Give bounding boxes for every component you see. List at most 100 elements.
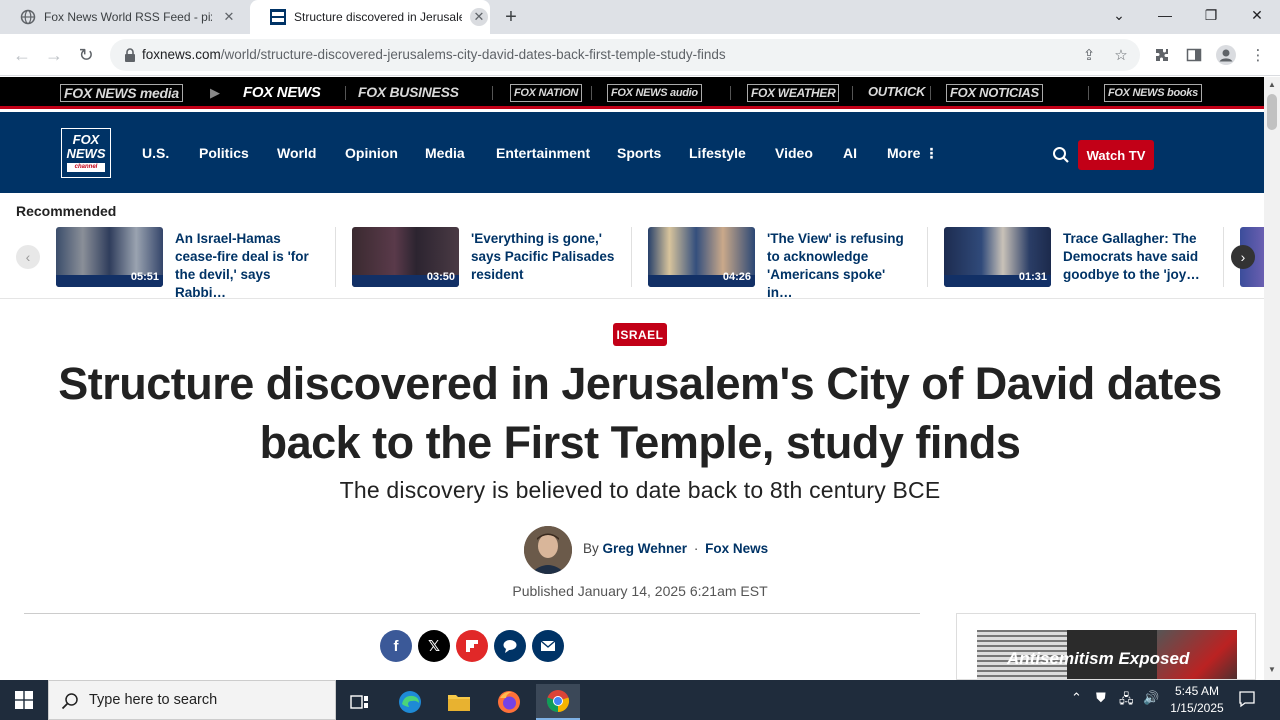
logo-text: NEWS (66, 146, 106, 161)
close-tab-icon[interactable]: ✕ (220, 8, 238, 26)
firefox-icon[interactable] (487, 684, 531, 720)
watch-tv-button[interactable]: Watch TV (1078, 140, 1154, 170)
x-share-icon[interactable]: 𝕏 (418, 630, 450, 662)
search-icon[interactable] (1052, 146, 1070, 164)
forward-arrow-icon[interactable]: → (42, 43, 66, 67)
share-icon[interactable]: ⇪ (1080, 46, 1098, 64)
author-link[interactable]: Greg Wehner (603, 541, 688, 556)
next-arrow-icon[interactable]: › (1231, 245, 1255, 269)
network-icon[interactable]: 🖧 (1119, 690, 1134, 712)
category-badge[interactable]: ISRAEL (613, 323, 667, 346)
extensions-icon[interactable] (1152, 45, 1172, 65)
nav-item-us[interactable]: U.S. (142, 145, 169, 161)
tab-article[interactable]: Structure discovered in Jerusalem ✕ (250, 0, 490, 34)
nav-item-ai[interactable]: AI (843, 145, 857, 161)
scrollbar-thumb[interactable] (1267, 94, 1277, 130)
nav-item-entertainment[interactable]: Entertainment (496, 145, 590, 161)
flipboard-share-icon[interactable] (456, 630, 488, 662)
tray-overflow-icon[interactable]: ⌃ (1071, 690, 1082, 706)
tab-strip: Fox News World RSS Feed - pixm ✕ Structu… (0, 0, 1280, 34)
recommended-video-card[interactable]: 04:26 'The View' is refusing to acknowle… (648, 227, 913, 300)
article-subheadline: The discovery is believed to date back t… (339, 477, 941, 503)
nav-item-sports[interactable]: Sports (617, 145, 661, 161)
globe-icon (20, 9, 36, 25)
profile-avatar-icon[interactable] (1216, 45, 1236, 65)
divider (24, 613, 920, 614)
nav-item-world[interactable]: World (277, 145, 316, 161)
nav-item-politics[interactable]: Politics (199, 145, 249, 161)
bookmark-star-icon[interactable]: ☆ (1112, 46, 1130, 64)
recommended-headline[interactable]: Trace Gallagher: The Democrats have said… (1063, 230, 1208, 284)
brand-fox-news-media[interactable]: FOX NEWS media (60, 84, 183, 102)
recommended-headline[interactable]: An Israel-Hamas cease-fire deal is 'for … (175, 230, 320, 302)
chrome-icon[interactable] (536, 684, 580, 720)
recommended-headline[interactable]: 'The View' is refusing to acknowledge 'A… (767, 230, 912, 302)
brand-fox-news[interactable]: FOX NEWS (243, 84, 321, 102)
nav-item-opinion[interactable]: Opinion (345, 145, 398, 161)
brand-fox-business[interactable]: FOX BUSINESS (358, 84, 459, 102)
close-window-icon[interactable]: ✕ (1234, 0, 1280, 30)
clock-date: 1/15/2025 (1170, 701, 1224, 715)
windows-start-icon[interactable] (0, 680, 48, 720)
divider (345, 86, 346, 100)
video-duration: 04:26 (722, 271, 751, 283)
email-share-icon[interactable] (532, 630, 564, 662)
comment-icon[interactable] (494, 630, 526, 662)
outlet-link[interactable]: Fox News (705, 541, 768, 556)
brand-fox-weather[interactable]: FOX WEATHER (747, 84, 840, 102)
recommended-video-card[interactable]: 01:31 Trace Gallagher: The Democrats hav… (944, 227, 1209, 287)
main-nav: FOX NEWS channel U.S. Politics World Opi… (0, 112, 1264, 193)
file-explorer-icon[interactable] (437, 684, 481, 720)
side-panel-icon[interactable] (1184, 45, 1204, 65)
brand-fox-noticias[interactable]: FOX NOTICIAS (946, 84, 1043, 102)
volume-icon[interactable]: 🔊 (1143, 690, 1159, 706)
brand-fox-nation[interactable]: FOX NATION (510, 84, 583, 102)
divider (927, 227, 928, 287)
search-icon (61, 693, 78, 710)
back-arrow-icon[interactable]: ← (10, 43, 34, 67)
address-bar[interactable]: foxnews.com/world/structure-discovered-j… (110, 39, 1140, 71)
brand-fox-news-audio[interactable]: FOX NEWS audio (607, 84, 702, 102)
video-thumbnail: 03:50 (352, 227, 459, 287)
recommended-headline[interactable]: 'Everything is gone,' says Pacific Palis… (471, 230, 616, 284)
sidebar-promo[interactable]: Antisemitism Exposed (956, 613, 1256, 680)
tab-search-icon[interactable]: ⌄ (1096, 0, 1142, 30)
taskbar-search-box[interactable]: Type here to search (48, 680, 336, 720)
browser-toolbar: ← → ↻ foxnews.com/world/structure-discov… (0, 34, 1280, 76)
taskbar-clock[interactable]: 5:45 AM 1/15/2025 (1160, 683, 1234, 717)
facebook-share-icon[interactable]: f (380, 630, 412, 662)
divider (730, 86, 731, 100)
divider (1088, 86, 1089, 100)
fox-news-logo[interactable]: FOX NEWS channel (61, 128, 111, 178)
url-text: foxnews.com/world/structure-discovered-j… (142, 47, 726, 62)
logo-text: channel (67, 163, 105, 172)
tab-title: Fox News World RSS Feed - pixm (44, 10, 212, 24)
nav-item-lifestyle[interactable]: Lifestyle (689, 145, 746, 161)
prev-arrow-icon[interactable]: ‹ (16, 245, 40, 269)
more-dots-icon: ⋮ (924, 145, 939, 161)
scroll-down-icon[interactable]: ▼ (1268, 665, 1276, 674)
minimize-icon[interactable]: — (1142, 0, 1188, 30)
recommended-video-card[interactable]: 03:50 'Everything is gone,' says Pacific… (352, 227, 617, 287)
tab-fox-rss[interactable]: Fox News World RSS Feed - pixm ✕ (0, 0, 248, 34)
recommended-video-card[interactable]: 05:51 An Israel-Hamas cease-fire deal is… (56, 227, 321, 300)
reload-icon[interactable]: ↻ (74, 43, 98, 67)
task-view-icon[interactable] (338, 684, 382, 720)
menu-kebab-icon[interactable]: ⋮ (1248, 45, 1268, 65)
notifications-icon[interactable] (1238, 690, 1256, 713)
tray-app-icon[interactable]: ⛊ (1096, 690, 1106, 706)
author-avatar[interactable] (524, 526, 572, 574)
page-scrollbar[interactable]: ▲ ▼ (1264, 77, 1280, 680)
nav-item-more[interactable]: More ⋮ (887, 145, 938, 162)
video-thumbnail: 01:31 (944, 227, 1051, 287)
nav-item-video[interactable]: Video (775, 145, 813, 161)
nav-item-media[interactable]: Media (425, 145, 465, 161)
logo-text: FOX (72, 132, 100, 147)
close-tab-icon[interactable]: ✕ (470, 8, 488, 26)
scroll-up-icon[interactable]: ▲ (1268, 80, 1276, 89)
edge-browser-icon[interactable] (388, 684, 432, 720)
brand-fox-news-books[interactable]: FOX NEWS books (1104, 84, 1202, 102)
new-tab-button[interactable]: + (500, 6, 522, 28)
brand-outkick[interactable]: OUTKICK (868, 84, 925, 102)
restore-icon[interactable]: ❐ (1188, 0, 1234, 30)
